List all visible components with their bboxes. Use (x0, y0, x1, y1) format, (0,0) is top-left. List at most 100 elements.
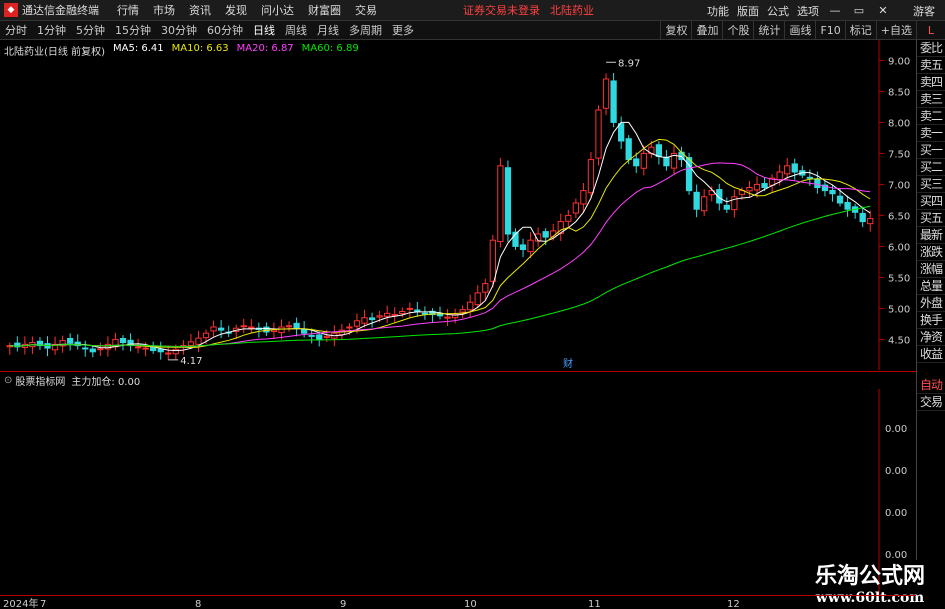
indicator-panel[interactable]: 0.00 0.00 0.00 0.00 (0, 389, 916, 595)
period-multi[interactable]: 多周期 (344, 22, 387, 38)
menu-wenxiaoda[interactable]: 问小达 (261, 2, 294, 18)
period-month[interactable]: 月线 (312, 22, 344, 38)
candle-body (444, 316, 451, 319)
candle-body (602, 78, 610, 109)
sidebar-item-change-pct[interactable]: 涨幅 (917, 261, 945, 278)
menu-caifuquan[interactable]: 财富圈 (308, 2, 341, 18)
candle-body (640, 152, 647, 169)
sidebar-item-sell2[interactable]: 卖二 (917, 108, 945, 125)
sidebar-item-earnings[interactable]: 收益 (917, 346, 945, 363)
sidebar-item-buy3[interactable]: 买三 (917, 176, 945, 193)
sidebar-item-buy1[interactable]: 买一 (917, 142, 945, 159)
candle-body (867, 218, 874, 225)
period-5min[interactable]: 5分钟 (71, 22, 110, 38)
candle-body (384, 312, 391, 317)
x-tick-label: 8 (195, 599, 201, 609)
menu-faxian[interactable]: 发现 (225, 2, 247, 18)
add-watchlist-button[interactable]: +自选 (875, 21, 916, 40)
sidebar-trade-button[interactable]: 交易 (917, 394, 945, 411)
candle-body (316, 334, 323, 340)
candle-body (859, 212, 866, 223)
overlay-button[interactable]: 叠加 (691, 21, 722, 40)
menu-hangqing[interactable]: 行情 (117, 2, 139, 18)
menu-xuanxiang[interactable]: 选项 (797, 3, 819, 19)
candle-body (814, 178, 821, 188)
period-60min[interactable]: 60分钟 (202, 22, 248, 38)
sidebar-item-weibi[interactable]: 委比 (917, 40, 945, 57)
stock-button[interactable]: 个股 (722, 21, 753, 40)
sidebar-item-buy4[interactable]: 买四 (917, 193, 945, 210)
period-week[interactable]: 周线 (280, 22, 312, 38)
restore-button[interactable]: ▭ (851, 4, 867, 17)
close-button[interactable]: ✕ (875, 4, 891, 17)
sidebar-item-sell3[interactable]: 卖三 (917, 91, 945, 108)
period-fenshi[interactable]: 分时 (0, 22, 32, 38)
sidebar-item-buy5[interactable]: 买五 (917, 210, 945, 227)
candle-body (67, 338, 74, 344)
y-tick-label: 5.00 (888, 304, 910, 315)
indicator-header: ⊙ 股票指标网 主力加仓: 0.00 (0, 371, 916, 389)
fuquan-button[interactable]: 复权 (660, 21, 691, 40)
minimize-button[interactable]: — (827, 4, 843, 17)
period-1min[interactable]: 1分钟 (32, 22, 71, 38)
y-tick-label: 7.00 (888, 180, 910, 191)
menu-jiaoyi[interactable]: 交易 (355, 2, 377, 18)
sidebar-item-volume[interactable]: 总量 (917, 278, 945, 295)
candle-body (633, 158, 640, 167)
candle-body (157, 348, 164, 353)
indicator-name[interactable]: 股票指标网 (15, 373, 65, 388)
sidebar-item-sell1[interactable]: 卖一 (917, 125, 945, 142)
financial-marker[interactable]: 财 (563, 355, 573, 370)
stats-button[interactable]: 统计 (753, 21, 784, 40)
candle-body (527, 239, 534, 253)
sidebar-item-sell5[interactable]: 卖五 (917, 57, 945, 74)
f10-button[interactable]: F10 (815, 21, 844, 40)
mark-button[interactable]: 标记 (844, 21, 876, 40)
candle-body (97, 348, 104, 351)
candle-body (776, 171, 783, 181)
menu-banmian[interactable]: 版面 (737, 3, 759, 19)
sidebar-item-turnover[interactable]: 换手 (917, 312, 945, 329)
candle-body (293, 322, 300, 329)
candle-body (202, 332, 210, 339)
guest-label[interactable]: 游客 (913, 3, 935, 19)
title-bar: ◆ 通达信金融终端 行情 市场 资讯 发现 问小达 财富圈 交易 证券交易未登录… (0, 0, 945, 21)
menu-zixun[interactable]: 资讯 (189, 2, 211, 18)
mode-l-button[interactable]: L (916, 21, 945, 40)
period-toolbar: 分时 1分钟 5分钟 15分钟 30分钟 60分钟 日线 周线 月线 多周期 更… (0, 21, 945, 40)
sidebar-item-change[interactable]: 涨跌 (917, 244, 945, 261)
sidebar-item-net-assets[interactable]: 净资 (917, 329, 945, 346)
menu-gongshi[interactable]: 公式 (767, 3, 789, 19)
candle-body (119, 338, 127, 343)
indicator-settings-icon[interactable]: ⊙ (4, 375, 12, 386)
period-more[interactable]: 更多 (387, 22, 419, 38)
candle-body (187, 341, 195, 346)
candle-body (210, 326, 217, 332)
candle-body (376, 315, 383, 318)
sidebar-auto-button[interactable]: 自动 (917, 377, 945, 394)
candlestick-chart[interactable]: 4.50 5.00 5.50 6.00 6.50 7.00 7.50 8.00 8.50 9.00… (0, 40, 916, 370)
candle-body (746, 187, 753, 192)
x-tick-label: 7 (40, 599, 46, 609)
candle-body (240, 325, 247, 328)
sidebar-item-latest[interactable]: 最新 (917, 227, 945, 244)
menu-gongneng[interactable]: 功能 (707, 3, 729, 19)
indicator-value: 主力加仓: 0.00 (71, 377, 141, 388)
period-30min[interactable]: 30分钟 (156, 22, 202, 38)
x-tick-label: 11 (588, 599, 601, 609)
sidebar-item-outer[interactable]: 外盘 (917, 295, 945, 312)
candle-body (519, 244, 527, 250)
period-day[interactable]: 日线 (248, 22, 280, 38)
draw-button[interactable]: 画线 (784, 21, 815, 40)
period-15min[interactable]: 15分钟 (110, 22, 156, 38)
ind-ytick: 0.00 (885, 424, 907, 435)
menu-shichang[interactable]: 市场 (153, 2, 175, 18)
candle-body (353, 320, 361, 327)
candle-body (459, 309, 466, 313)
sidebar-item-buy2[interactable]: 买二 (917, 159, 945, 176)
x-tick-label: 10 (464, 599, 477, 609)
sidebar-item-sell4[interactable]: 卖四 (917, 74, 945, 91)
y-tick-label: 6.00 (888, 242, 910, 253)
current-stock-name: 北陆药业 (550, 4, 594, 17)
trade-login-status[interactable]: 证券交易未登录 (463, 2, 540, 18)
